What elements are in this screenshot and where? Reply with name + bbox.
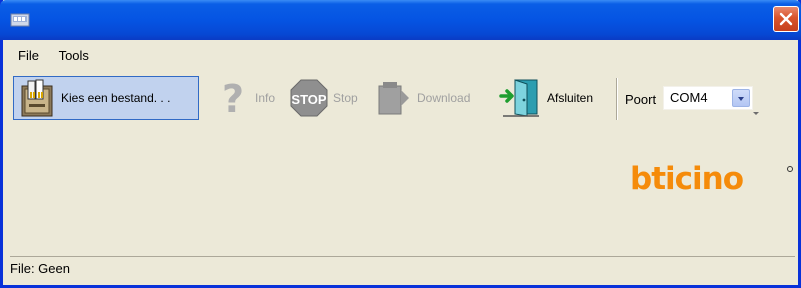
chevron-down-icon[interactable] xyxy=(732,89,750,107)
menu-tools[interactable]: Tools xyxy=(52,44,98,67)
file-cabinet-icon xyxy=(21,79,53,117)
question-mark-icon: ? xyxy=(222,78,244,118)
bticino-logo: bticino xyxy=(630,163,793,193)
app-window: File Tools Kies een bestand. . . ? Info xyxy=(0,0,801,288)
toolbar: Kies een bestand. . . ? Info STOP Stop D… xyxy=(13,72,759,122)
choose-file-button[interactable]: Kies een bestand. . . xyxy=(13,76,199,120)
quit-label: Afsluiten xyxy=(547,91,594,105)
download-button[interactable]: Download xyxy=(373,76,470,120)
svg-text:?: ? xyxy=(222,78,244,118)
toolbar-separator xyxy=(616,78,618,120)
exit-door-icon xyxy=(499,79,539,117)
status-text: File: Geen xyxy=(10,261,70,276)
toolbar-overflow-icon[interactable] xyxy=(753,112,759,115)
svg-text:STOP: STOP xyxy=(291,92,326,107)
info-label: Info xyxy=(255,91,276,105)
close-button[interactable] xyxy=(773,6,799,32)
status-bar: File: Geen xyxy=(10,256,795,281)
port-select-value: COM4 xyxy=(670,90,708,105)
menu-file[interactable]: File xyxy=(11,44,48,67)
choose-file-label: Kies een bestand. . . xyxy=(61,91,171,105)
close-icon xyxy=(779,12,793,26)
download-device-icon xyxy=(378,82,409,115)
stop-label: Stop xyxy=(333,91,358,105)
info-button[interactable]: ? Info xyxy=(215,76,275,120)
app-icon xyxy=(10,13,30,27)
svg-text:bticino: bticino xyxy=(630,163,743,193)
quit-button[interactable]: Afsluiten xyxy=(499,76,593,120)
download-label: Download xyxy=(417,91,471,105)
stop-sign-icon: STOP xyxy=(290,79,328,117)
port-select[interactable]: COM4 xyxy=(663,86,753,110)
menu-bar: File Tools xyxy=(11,44,98,68)
title-bar[interactable] xyxy=(0,0,801,40)
stop-button[interactable]: STOP Stop xyxy=(289,76,358,120)
port-label: Poort xyxy=(625,92,657,107)
